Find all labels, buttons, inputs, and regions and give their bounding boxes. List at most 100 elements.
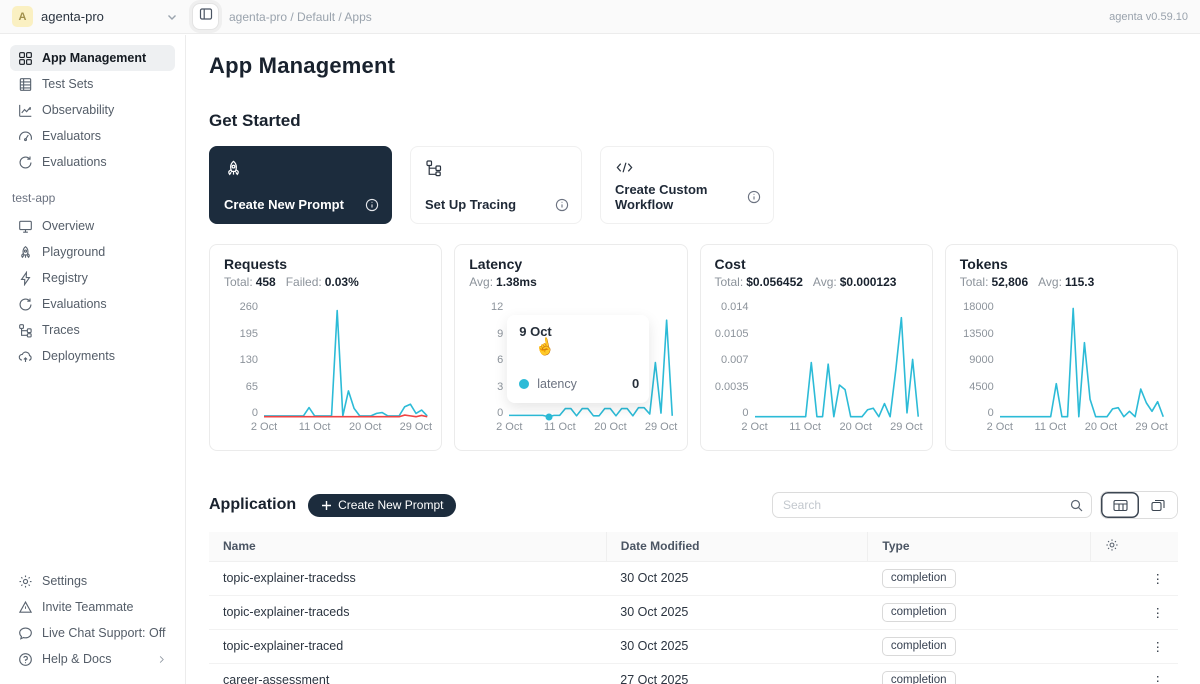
create-button-label: Create New Prompt — [338, 498, 443, 512]
create-custom-workflow-card[interactable]: Create Custom Workflow — [600, 146, 774, 224]
row-menu-button[interactable]: ⋮ — [1091, 595, 1178, 629]
get-started-card-label: Create New Prompt — [224, 197, 344, 212]
help-icon — [18, 652, 33, 667]
bolt-icon — [18, 271, 33, 286]
type-cell: completion — [868, 663, 1091, 684]
card-view-icon — [1151, 499, 1165, 512]
create-new-prompt-button[interactable]: Create New Prompt — [308, 494, 456, 517]
info-icon[interactable] — [555, 198, 569, 212]
y-axis-labels: 260195130650 — [224, 301, 264, 419]
chevron-right-icon — [156, 654, 167, 665]
chart-stat: Avg:1.38ms — [469, 275, 537, 289]
sidebar-item-settings[interactable]: Settings — [10, 568, 175, 594]
date-modified-cell: 30 Oct 2025 — [606, 561, 868, 595]
grid-icon — [18, 51, 33, 66]
search-input[interactable] — [783, 498, 1070, 512]
breadcrumb[interactable]: agenta-pro / Default / Apps — [229, 10, 372, 24]
y-axis-labels: 129630 — [469, 301, 509, 419]
card-view-button[interactable] — [1139, 492, 1177, 518]
chart-stats: Total:458Failed:0.03% — [224, 275, 427, 289]
get-started-card-label: Create Custom Workflow — [615, 182, 747, 212]
y-axis-labels: 0.0140.01050.0070.00350 — [715, 301, 755, 419]
application-heading: Application — [209, 496, 296, 514]
sidebar-item-app-management[interactable]: App Management — [10, 45, 175, 71]
tooltip-series-name: latency — [537, 377, 577, 391]
sidebar-item-label: App Management — [42, 51, 146, 65]
table-view-button[interactable] — [1101, 492, 1139, 518]
x-axis-labels: 2 Oct11 Oct20 Oct29 Oct — [509, 421, 672, 437]
chart-stats: Total:52,806Avg:115.3 — [960, 275, 1163, 289]
sidebar-item-label: Registry — [42, 271, 88, 285]
latency-chart-card: Latency Avg:1.38ms 129630 2 Oct11 Oct20 … — [454, 244, 687, 451]
type-cell: completion — [868, 561, 1091, 595]
sidebar-app-nav: Overview Playground Registry Evaluations Tra… — [10, 213, 175, 369]
sidebar-item-label: Evaluators — [42, 129, 101, 143]
table-row[interactable]: topic-explainer-traced30 Oct 2025complet… — [209, 629, 1178, 663]
series-dot — [519, 379, 529, 389]
sidebar-item-live-chat-support-off[interactable]: Live Chat Support: Off — [10, 620, 175, 646]
applications-table: Name Date Modified Type topic-explainer-… — [209, 532, 1178, 684]
sidebar-item-label: Overview — [42, 219, 94, 233]
search-icon[interactable] — [1070, 499, 1083, 512]
sidebar: App Management Test Sets Observability Eval… — [0, 35, 186, 684]
table-row[interactable]: career-assessment27 Oct 2025completion⋮ — [209, 663, 1178, 684]
chat-icon — [18, 626, 33, 641]
sidebar-item-playground[interactable]: Playground — [10, 239, 175, 265]
chart-stats: Total:$0.056452Avg:$0.000123 — [715, 275, 918, 289]
date-modified-cell: 30 Oct 2025 — [606, 595, 868, 629]
sidebar-item-label: Observability — [42, 103, 114, 117]
info-icon[interactable] — [747, 190, 761, 204]
metric-charts-row: Requests Total:458Failed:0.03% 260195130… — [209, 244, 1178, 451]
chart-tooltip: 9 Oct ☝ latency 0 — [507, 315, 649, 403]
table-row[interactable]: topic-explainer-traceds30 Oct 2025comple… — [209, 595, 1178, 629]
sidebar-item-label: Traces — [42, 323, 80, 337]
chart-plot — [1000, 305, 1163, 419]
workspace-selector[interactable]: A agenta-pro — [12, 6, 178, 27]
sidebar-item-label: Help & Docs — [42, 652, 111, 666]
chart-stat: Total:$0.056452 — [715, 275, 803, 289]
create-new-prompt-card[interactable]: Create New Prompt — [209, 146, 392, 224]
row-menu-button[interactable]: ⋮ — [1091, 561, 1178, 595]
invite-icon — [18, 600, 33, 615]
sidebar-item-traces[interactable]: Traces — [10, 317, 175, 343]
sidebar-item-invite-teammate[interactable]: Invite Teammate — [10, 594, 175, 620]
chevron-down-icon — [166, 11, 178, 23]
gear-icon[interactable] — [1105, 538, 1119, 552]
sidebar-item-evaluations[interactable]: Evaluations — [10, 149, 175, 175]
sidebar-item-deployments[interactable]: Deployments — [10, 343, 175, 369]
chart-stat: Avg:115.3 — [1038, 275, 1094, 289]
rocket-icon — [18, 245, 33, 260]
view-toggle — [1100, 491, 1178, 519]
set-up-tracing-card[interactable]: Set Up Tracing — [410, 146, 582, 224]
sidebar-item-registry[interactable]: Registry — [10, 265, 175, 291]
app-name-cell: topic-explainer-traced — [209, 629, 606, 663]
row-menu-button[interactable]: ⋮ — [1091, 629, 1178, 663]
chart-stats: Avg:1.38ms — [469, 275, 672, 289]
app-name-cell: topic-explainer-tracedss — [209, 561, 606, 595]
tokens-chart-card: Tokens Total:52,806Avg:115.3 18000135009… — [945, 244, 1178, 451]
workspace-name: agenta-pro — [41, 9, 104, 24]
top-bar: A agenta-pro agenta-pro / Default / Apps… — [0, 0, 1200, 34]
sidebar-item-evaluators[interactable]: Evaluators — [10, 123, 175, 149]
sidebar-item-label: Evaluations — [42, 155, 107, 169]
type-badge: completion — [882, 671, 956, 684]
date-modified-cell: 27 Oct 2025 — [606, 663, 868, 684]
sidebar-item-observability[interactable]: Observability — [10, 97, 175, 123]
chart-title: Cost — [715, 256, 918, 272]
code-icon — [615, 159, 759, 176]
sidebar-item-label: Playground — [42, 245, 105, 259]
testsets-icon — [18, 77, 33, 92]
row-menu-button[interactable]: ⋮ — [1091, 663, 1178, 684]
refresh-icon — [18, 155, 33, 170]
sidebar-item-test-sets[interactable]: Test Sets — [10, 71, 175, 97]
sidebar-item-evaluations[interactable]: Evaluations — [10, 291, 175, 317]
tooltip-date: 9 Oct — [519, 324, 637, 339]
info-icon[interactable] — [365, 198, 379, 212]
sidebar-toggle-button[interactable] — [192, 3, 219, 30]
sidebar-item-overview[interactable]: Overview — [10, 213, 175, 239]
sidebar-item-help-docs[interactable]: Help & Docs — [10, 646, 175, 672]
table-row[interactable]: topic-explainer-tracedss30 Oct 2025compl… — [209, 561, 1178, 595]
type-cell: completion — [868, 629, 1091, 663]
app-version: agenta v0.59.10 — [1109, 11, 1188, 23]
get-started-card-label: Set Up Tracing — [425, 197, 516, 212]
